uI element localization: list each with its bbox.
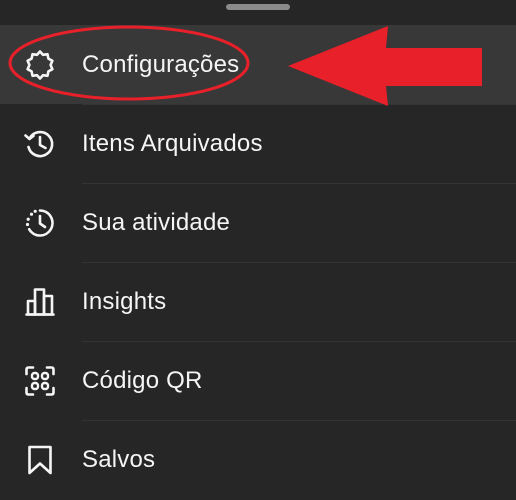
qr-code-icon <box>22 363 58 399</box>
activity-clock-icon <box>22 205 58 241</box>
bar-chart-icon <box>22 284 58 320</box>
sheet-grabber-handle[interactable] <box>226 4 290 10</box>
menu-item-configuracoes[interactable]: Configurações <box>0 25 516 104</box>
menu-item-sua-atividade[interactable]: Sua atividade <box>0 183 516 262</box>
menu-item-label: Salvos <box>82 445 156 473</box>
gear-icon <box>22 47 58 83</box>
menu-item-label: Insights <box>82 287 167 315</box>
menu-item-insights[interactable]: Insights <box>0 262 516 341</box>
menu-item-codigo-qr[interactable]: Código QR <box>0 341 516 420</box>
settings-menu-list: Configurações Itens Arquivados Sua ativi… <box>0 25 516 499</box>
menu-item-itens-arquivados[interactable]: Itens Arquivados <box>0 104 516 183</box>
bottom-sheet-menu: Configurações Itens Arquivados Sua ativi… <box>0 0 516 500</box>
menu-item-label: Código QR <box>82 366 203 394</box>
menu-item-label: Configurações <box>82 50 240 78</box>
bookmark-icon <box>22 442 58 478</box>
menu-item-label: Itens Arquivados <box>82 129 263 157</box>
menu-item-salvos[interactable]: Salvos <box>0 420 516 499</box>
menu-item-label: Sua atividade <box>82 208 231 236</box>
archive-history-icon <box>22 126 58 162</box>
